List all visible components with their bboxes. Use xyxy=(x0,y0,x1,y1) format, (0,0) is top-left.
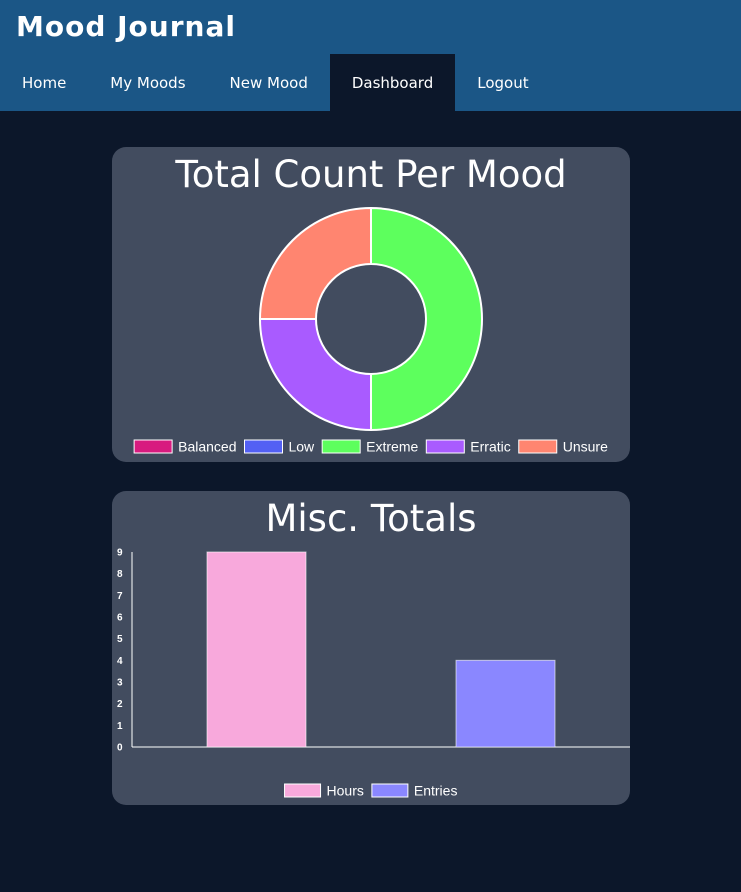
legend-swatch xyxy=(425,439,465,454)
legend-label: Unsure xyxy=(563,439,608,455)
legend-swatch xyxy=(518,439,558,454)
y-tick-label: 8 xyxy=(117,569,123,580)
donut-slice-extreme[interactable] xyxy=(370,206,483,432)
legend-label: Entries xyxy=(414,783,458,799)
nav-item-home[interactable]: Home xyxy=(0,54,88,111)
y-tick-label: 3 xyxy=(117,678,123,689)
nav-item-new-mood[interactable]: New Mood xyxy=(208,54,330,111)
legend-item-balanced[interactable]: Balanced xyxy=(133,439,237,455)
legend-swatch xyxy=(371,783,409,798)
nav-item-dashboard[interactable]: Dashboard xyxy=(329,54,456,111)
mood-donut-chart: Balanced Low Extreme Erratic Unsure xyxy=(133,206,608,455)
donut-slice-erratic[interactable] xyxy=(258,318,372,432)
legend-item-erratic[interactable]: Erratic xyxy=(425,439,511,455)
misc-totals-card: Misc. Totals 0 1 2 3 4 5 6 7 8 9 Hours Entries xyxy=(112,491,630,805)
y-tick-label: 7 xyxy=(117,591,123,602)
bar-hours[interactable] xyxy=(206,551,307,748)
y-tick-label: 2 xyxy=(117,699,123,710)
misc-bar-chart: 0 1 2 3 4 5 6 7 8 9 Hours Entries xyxy=(117,548,630,799)
app-title: Mood Journal xyxy=(16,10,236,43)
legend-label: Erratic xyxy=(470,439,510,455)
legend-swatch xyxy=(133,439,173,454)
mood-count-card: Total Count Per Mood Balanced Low Extreme E… xyxy=(112,147,630,462)
y-tick-label: 1 xyxy=(117,721,123,732)
legend-label: Hours xyxy=(327,783,364,799)
legend-item-entries[interactable]: Entries xyxy=(371,783,458,799)
legend-item-unsure[interactable]: Unsure xyxy=(518,439,608,455)
y-tick-label: 6 xyxy=(117,613,123,624)
nav-item-my-moods[interactable]: My Moods xyxy=(88,54,207,111)
nav-item-logout[interactable]: Logout xyxy=(455,54,550,111)
legend-item-low[interactable]: Low xyxy=(243,439,315,455)
bar-entries[interactable] xyxy=(455,659,556,748)
legend-item-extreme[interactable]: Extreme xyxy=(321,439,419,455)
main-nav: Home My Moods New Mood Dashboard Logout xyxy=(0,54,551,111)
donut-slice-unsure[interactable] xyxy=(258,206,372,320)
legend-label: Balanced xyxy=(178,439,236,455)
legend-swatch xyxy=(321,439,361,454)
legend-label: Extreme xyxy=(366,439,418,455)
y-tick-label: 5 xyxy=(117,634,123,645)
y-tick-label: 4 xyxy=(117,656,123,667)
legend-swatch xyxy=(243,439,283,454)
legend-item-hours[interactable]: Hours xyxy=(284,783,364,799)
legend-swatch xyxy=(284,783,322,798)
app-header: Mood Journal Home My Moods New Mood Dash… xyxy=(0,0,741,111)
legend-label: Low xyxy=(288,439,315,455)
y-tick-label: 0 xyxy=(117,743,123,754)
y-tick-label: 9 xyxy=(117,548,123,559)
